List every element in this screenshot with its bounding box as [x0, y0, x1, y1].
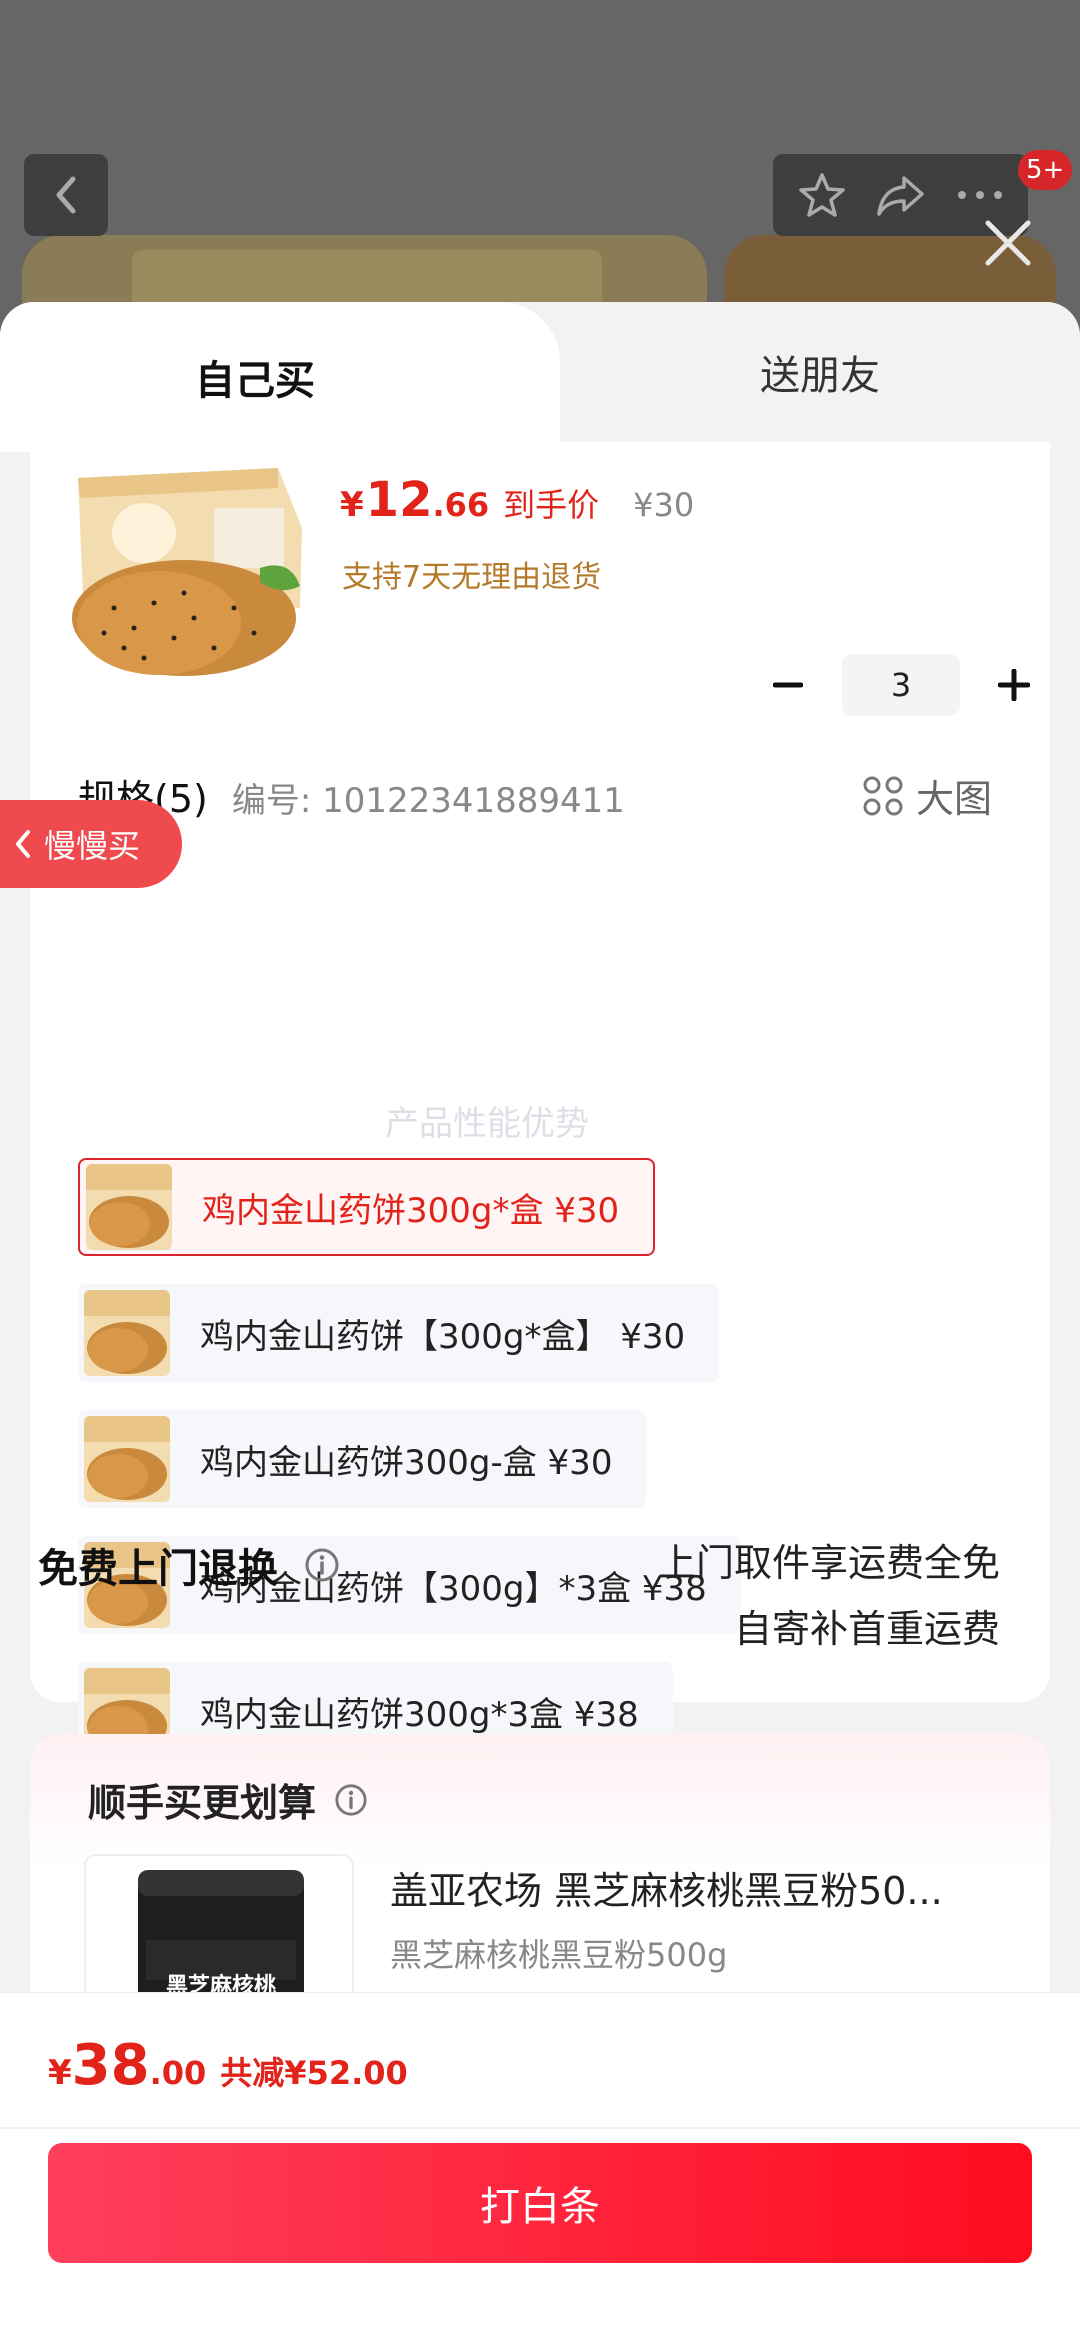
star-icon[interactable]	[797, 170, 847, 220]
total-integer: 38	[71, 2033, 150, 2098]
increase-button[interactable]	[986, 657, 1042, 713]
slow-buy-tab[interactable]: 慢慢买	[0, 800, 182, 888]
option-thumbnail	[86, 1164, 172, 1250]
decrease-button[interactable]	[760, 657, 816, 713]
total-discount: 共减¥52.00	[220, 2054, 408, 2092]
price-label: 到手价	[503, 486, 600, 524]
quantity-stepper: 3	[760, 654, 1042, 716]
more-icon[interactable]	[955, 185, 1005, 205]
chevron-left-icon	[16, 830, 30, 858]
total-price: ¥ 38 .00 共减¥52.00	[48, 2033, 408, 2098]
option-thumbnail	[84, 1290, 170, 1376]
total-decimal: .00	[149, 2054, 207, 2092]
divider	[0, 2127, 1080, 2129]
price-integer: 12	[365, 472, 433, 528]
tab-buy-self[interactable]: 自己买	[0, 302, 560, 452]
watermark-text: 产品性能优势	[385, 1104, 589, 1144]
combo-product-spec: 黑芝麻核桃黑豆粉500g	[390, 1936, 728, 1974]
free-return-row: 免费上门退换	[38, 1536, 340, 1594]
slow-buy-label: 慢慢买	[44, 827, 141, 865]
back-button[interactable]	[24, 154, 108, 236]
big-image-label: 大图	[916, 777, 993, 821]
plus-icon	[998, 669, 1030, 701]
free-return-title: 免费上门退换	[38, 1546, 278, 1592]
spec-option[interactable]: 鸡内金山药饼300g*盒 ¥30	[78, 1158, 656, 1256]
combo-product-name[interactable]: 盖亚农场 黑芝麻核桃黑豆粉50...	[390, 1860, 943, 1915]
option-label: 鸡内金山药饼300g*3盒 ¥38	[200, 1694, 639, 1735]
quantity-input[interactable]: 3	[842, 654, 960, 716]
grid-icon	[863, 776, 903, 815]
big-image-toggle[interactable]: 大图	[862, 768, 992, 823]
option-label: 鸡内金山药饼300g-盒 ¥30	[200, 1442, 613, 1483]
tab-label: 送朋友	[760, 353, 880, 399]
notification-badge: 5+	[1018, 150, 1073, 190]
return-policy-note: 支持7天无理由退货	[342, 560, 602, 595]
chevron-left-icon	[56, 176, 76, 214]
product-code: 编号: 10122341889411	[231, 781, 625, 821]
checkout-button[interactable]: 打白条	[48, 2143, 1032, 2263]
option-label: 鸡内金山药饼【300g*盒】 ¥30	[200, 1316, 686, 1357]
price-symbol: ¥	[340, 485, 364, 525]
total-symbol: ¥	[48, 2053, 72, 2093]
tab-bar: 送朋友 自己买	[0, 302, 1080, 452]
original-price: ¥30	[633, 486, 695, 524]
price-decimal: .66	[432, 486, 490, 524]
combo-card: 顺手买更划算 黑芝麻核桃 盖亚农场 黑芝麻核桃黑豆粉50... 黑芝麻核桃黑豆粉…	[30, 1734, 1050, 2034]
free-return-line1: 上门取件享运费全免	[657, 1541, 1000, 1585]
share-icon[interactable]	[874, 170, 928, 220]
info-icon[interactable]	[304, 1547, 340, 1583]
product-image[interactable]	[64, 458, 310, 686]
info-icon[interactable]	[334, 1783, 368, 1817]
product-card: ¥ 12 .66 到手价 ¥30 支持7天无理由退货 3 规格(5) 编号: 1…	[30, 442, 1050, 1760]
tab-label: 自己买	[195, 358, 315, 404]
option-label: 鸡内金山药饼300g*盒 ¥30	[202, 1190, 620, 1231]
option-thumbnail	[84, 1416, 170, 1502]
free-return-note: 上门取件享运费全免 自寄补首重运费	[658, 1530, 1000, 1662]
combo-title-text: 顺手买更划算	[88, 1781, 317, 1825]
tab-gift-friend[interactable]: 送朋友	[560, 302, 1080, 442]
free-return-line2: 自寄补首重运费	[733, 1607, 1000, 1651]
minus-icon	[773, 682, 803, 688]
checkout-footer: ¥ 38 .00 共减¥52.00 打白条	[0, 1992, 1080, 2344]
spec-option[interactable]: 鸡内金山药饼【300g*盒】 ¥30	[78, 1284, 720, 1382]
close-icon[interactable]	[980, 215, 1036, 271]
price-row: ¥ 12 .66 到手价 ¥30	[340, 472, 694, 528]
spec-option[interactable]: 鸡内金山药饼300g-盒 ¥30	[78, 1410, 647, 1508]
combo-title: 顺手买更划算	[88, 1772, 368, 1827]
